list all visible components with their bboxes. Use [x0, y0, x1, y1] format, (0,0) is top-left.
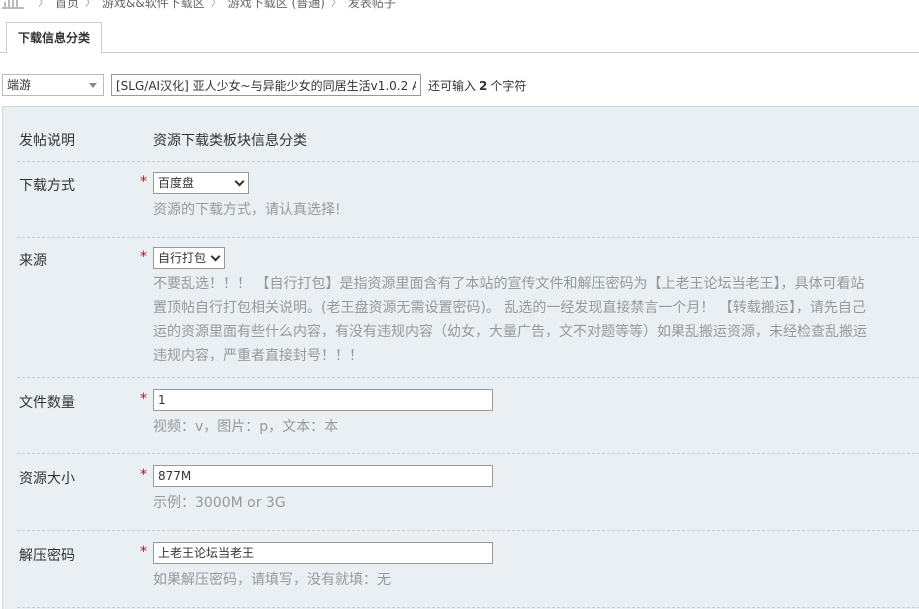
file-count-input[interactable]: 1: [153, 389, 493, 411]
required-marker: *: [140, 174, 147, 190]
breadcrumb-separator-icon: 〉: [38, 0, 49, 9]
form-row-source: 来源 * 自行打包 不要乱选！！！ 【自行打包】是指资源里面含有了本站的宣传文件…: [17, 238, 919, 378]
download-method-hint: 资源的下载方式，请认真选择!: [153, 202, 341, 218]
breadcrumb-forum-link[interactable]: 游戏&&软件下载区: [102, 0, 205, 11]
download-method-select[interactable]: 百度盘: [153, 172, 249, 194]
form-row-file-count: 文件数量 * 1 视频：v，图片：p，文本：本: [17, 378, 919, 454]
breadcrumb-subforum-link[interactable]: 游戏下载区 (普通): [228, 0, 325, 11]
breadcrumb-separator-icon: 〉: [330, 0, 342, 9]
form-row-intro: 发帖说明 资源下载类板块信息分类: [17, 107, 919, 162]
breadcrumb: 〉 首页 〉 游戏&&软件下载区 〉 游戏下载区 (普通) 〉 发表帖子: [0, 0, 396, 12]
remaining-chars-text: 还可输入 2 个字符: [428, 77, 526, 94]
password-label: 解压密码: [19, 548, 75, 564]
remaining-chars-prefix: 还可输入: [428, 78, 477, 93]
download-method-value: 百度盘: [158, 176, 195, 190]
form-row-download-method: 下载方式 * 百度盘 资源的下载方式，请认真选择!: [17, 162, 919, 238]
size-input[interactable]: 877M: [153, 465, 493, 487]
remaining-chars-suffix: 个字符: [490, 78, 527, 93]
breadcrumb-separator-icon: 〉: [210, 0, 222, 9]
size-hint: 示例：3000M or 3G: [153, 495, 286, 511]
tab-bar: 下载信息分类: [0, 18, 919, 54]
source-hint-line: 违规内容，严重者直接封号！！！: [153, 348, 363, 364]
breadcrumb-separator-icon: 〉: [85, 0, 97, 9]
required-marker: *: [140, 249, 147, 265]
tab-download-info-category[interactable]: 下载信息分类: [6, 22, 103, 54]
intro-text: 资源下载类板块信息分类: [153, 133, 307, 149]
subject-row: 端游 还可输入2个字符: [2, 73, 526, 97]
source-select[interactable]: 自行打包: [153, 247, 225, 269]
source-hint-line: 运的资源里面有些什么内容，有没有违规内容（幼女，大量广告，文不对题等等）如果乱搬…: [153, 324, 867, 340]
form-row-size: 资源大小 * 877M 示例：3000M or 3G: [17, 454, 919, 531]
info-category-form: 发帖说明 资源下载类板块信息分类 下载方式 * 百度盘 资源的下载方式，请认真选…: [2, 106, 919, 609]
source-hint: 不要乱选！！！ 【自行打包】是指资源里面含有了本站的宣传文件和解压密码为【上老王…: [153, 272, 867, 368]
chevron-down-icon: [210, 251, 221, 262]
chevron-down-icon: [234, 176, 245, 187]
thread-type-value: 端游: [7, 78, 32, 92]
form-row-password: 解压密码 * 上老王论坛当老王 如果解压密码，请填写，没有就填：无: [17, 531, 919, 608]
required-marker: *: [140, 467, 147, 483]
password-input[interactable]: 上老王论坛当老王: [153, 542, 493, 564]
download-method-label: 下载方式: [19, 178, 75, 194]
required-marker: *: [140, 544, 147, 560]
dropdown-arrow-icon: [89, 83, 97, 88]
file-count-hint: 视频：v，图片：p，文本：本: [153, 419, 339, 435]
size-label: 资源大小: [19, 471, 75, 487]
bar-chart-home-icon[interactable]: [2, 0, 24, 9]
file-count-label: 文件数量: [19, 395, 75, 411]
intro-label: 发帖说明: [19, 133, 75, 149]
remaining-chars-count: 2: [479, 78, 488, 93]
subject-input[interactable]: [111, 74, 421, 96]
thread-type-select[interactable]: 端游: [2, 74, 104, 96]
required-marker: *: [140, 391, 147, 407]
breadcrumb-current: 发表帖子: [347, 0, 396, 10]
password-hint: 如果解压密码，请填写，没有就填：无: [153, 572, 391, 588]
source-hint-line: 置顶帖自行打包相关说明。(老王盘资源无需设置密码)。 乱选的一经发现直接禁言一个…: [153, 300, 866, 316]
breadcrumb-home-link[interactable]: 首页: [55, 0, 79, 11]
source-label: 来源: [19, 253, 47, 269]
source-hint-line: 不要乱选！！！ 【自行打包】是指资源里面含有了本站的宣传文件和解压密码为【上老王…: [153, 276, 865, 292]
source-value: 自行打包: [158, 251, 207, 265]
